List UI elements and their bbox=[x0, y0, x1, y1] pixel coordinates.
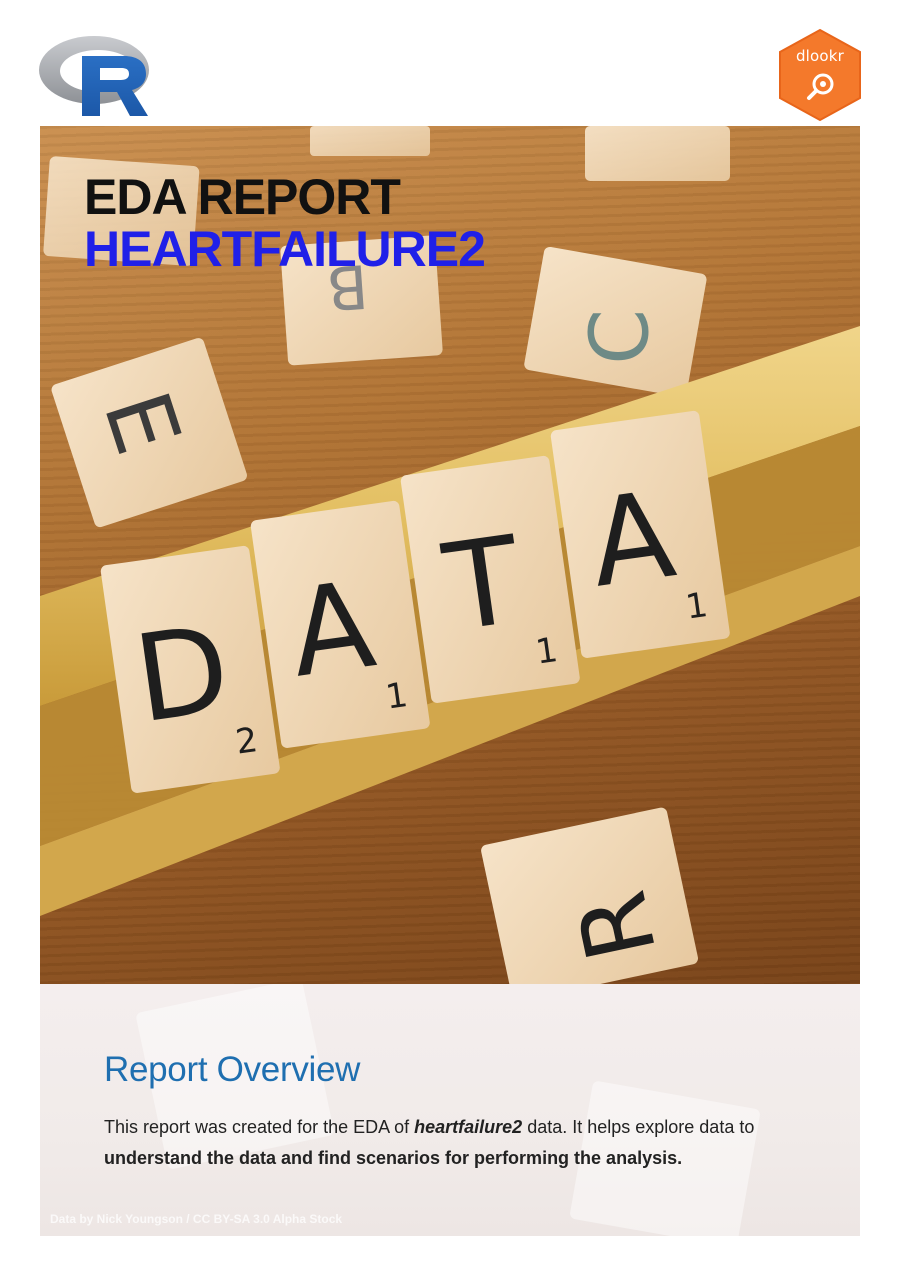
cover-image: B C E D 2 A 1 T 1 A 1 R EDA REPORT HEART… bbox=[40, 126, 860, 984]
dataset-name: heartfailure2 bbox=[414, 1117, 523, 1137]
background-tile bbox=[585, 126, 730, 181]
tile-a-1: A 1 bbox=[250, 500, 430, 748]
overview-text-mid: data. It helps explore data to bbox=[522, 1117, 755, 1137]
background-tile bbox=[310, 126, 430, 156]
r-language-logo-icon bbox=[38, 30, 153, 120]
overview-text-start: This report was created for the EDA of bbox=[104, 1117, 415, 1137]
svg-text:C: C bbox=[573, 309, 666, 365]
overview-text-emphasis: understand the data and find scenarios f… bbox=[104, 1148, 683, 1168]
svg-text:D: D bbox=[127, 600, 238, 751]
report-overview-section: Report Overview This report was created … bbox=[40, 984, 860, 1236]
tile-a-2: A 1 bbox=[550, 410, 730, 658]
dlookr-label: dlookr bbox=[795, 47, 845, 65]
tile-t: T 1 bbox=[400, 455, 580, 703]
tile-e: E bbox=[51, 338, 247, 528]
tile-c: C bbox=[524, 246, 707, 397]
overview-description: This report was created for the EDA of h… bbox=[104, 1112, 804, 1174]
dataset-title: HEARTFAILURE2 bbox=[84, 221, 486, 277]
photo-credit: Data by Nick Youngson / CC BY-SA 3.0 Alp… bbox=[50, 1212, 343, 1226]
tile-d: D 2 bbox=[100, 545, 280, 793]
report-title: EDA REPORT bbox=[84, 169, 401, 225]
dlookr-logo: dlookr bbox=[778, 28, 862, 122]
overview-heading: Report Overview bbox=[104, 1050, 361, 1089]
tile-r: R bbox=[481, 807, 698, 984]
